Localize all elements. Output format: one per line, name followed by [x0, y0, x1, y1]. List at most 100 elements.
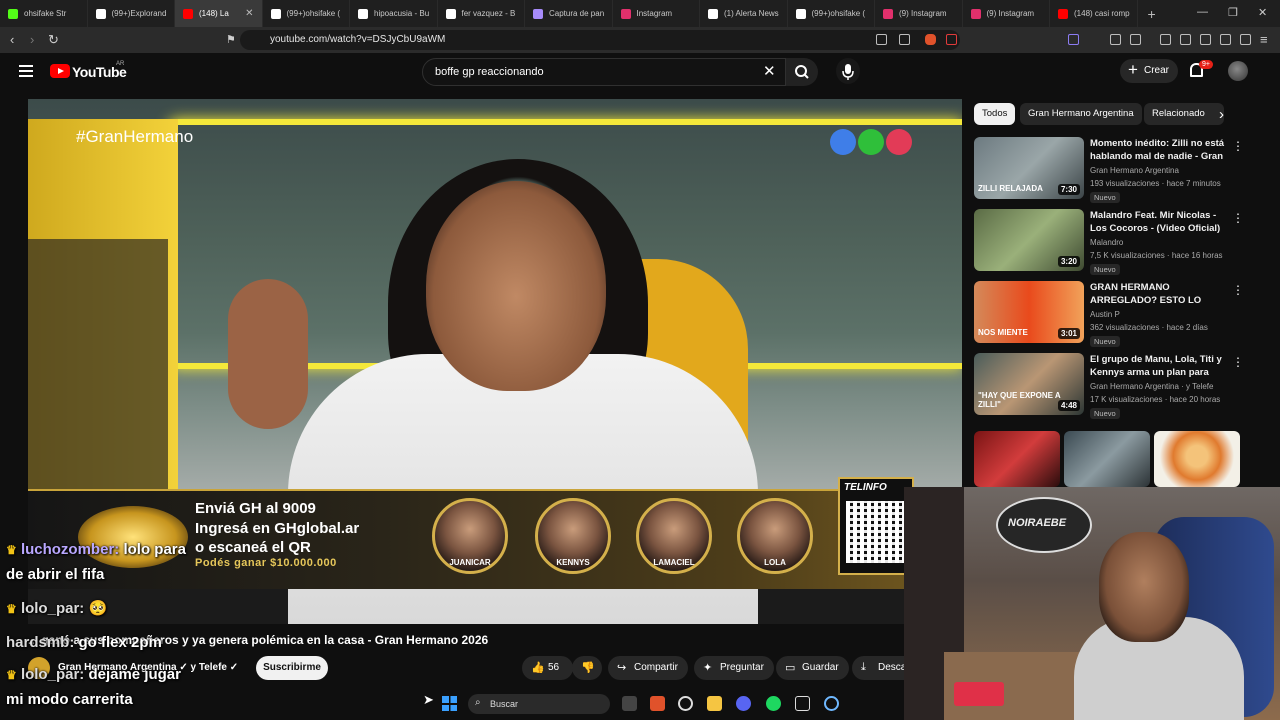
obs-icon[interactable]	[795, 696, 810, 711]
reload-icon[interactable]: ↻	[48, 32, 59, 48]
maximize-icon[interactable]: ❐	[1228, 6, 1238, 19]
browser-tab[interactable]: hipoacusia - Bu	[350, 0, 438, 27]
cast-icon[interactable]	[876, 34, 887, 45]
minimize-icon[interactable]: —	[1197, 6, 1208, 18]
screenshot-icon[interactable]	[1130, 34, 1141, 45]
leo-icon[interactable]	[1220, 34, 1231, 45]
browser-tab[interactable]: (148) casi romp	[1050, 0, 1138, 27]
save-button[interactable]: ▭ Guardar	[776, 656, 849, 680]
youtube-header: YouTube AR boffe gp reaccionando ✕ Crear…	[0, 53, 1280, 93]
chip-gran-hermano[interactable]: Gran Hermano Argentina	[1020, 103, 1142, 125]
more-options-icon[interactable]: ⋮	[1232, 139, 1244, 153]
vpn-icon[interactable]	[1240, 34, 1251, 45]
file-explorer-icon[interactable]	[707, 696, 722, 711]
chrome-icon[interactable]	[678, 696, 693, 711]
url-field[interactable]: youtube.com/watch?v=DSJyCbU9aWM	[240, 30, 960, 50]
menu-icon[interactable]: ≡	[1260, 32, 1268, 47]
thumbnail[interactable]	[1154, 431, 1240, 487]
media-icon[interactable]	[1160, 34, 1171, 45]
browser-address-bar: ‹ › ↻ ⚑ youtube.com/watch?v=DSJyCbU9aWM …	[0, 27, 1280, 53]
brave-icon[interactable]	[650, 696, 665, 711]
recommendation-item[interactable]: 3:20 Malandro Feat. Mir Nicolas - Los Coc…	[974, 209, 1246, 275]
more-options-icon[interactable]: ⋮	[1232, 355, 1244, 369]
new-badge: Nuevo	[1090, 336, 1120, 347]
bookmark-icon[interactable]: ⚑	[226, 33, 236, 46]
wallet-icon[interactable]	[1200, 34, 1211, 45]
clear-search-icon[interactable]: ✕	[763, 62, 776, 80]
browser-tab[interactable]: Instagram	[613, 0, 700, 27]
rewards-icon[interactable]	[946, 34, 957, 45]
new-tab-button[interactable]: +	[1138, 6, 1166, 22]
more-options-icon[interactable]: ⋮	[1232, 211, 1244, 225]
spotify-icon[interactable]	[766, 696, 781, 711]
qr-code-icon	[846, 501, 908, 563]
browser-tab[interactable]: (148) La ✕	[175, 0, 263, 27]
search-button[interactable]	[786, 58, 818, 86]
extension-icon[interactable]	[1068, 34, 1079, 45]
country-code: AR	[116, 61, 125, 67]
chip-relacionado[interactable]: Relacionado	[1144, 103, 1224, 125]
taskbar-search[interactable]: ⌕ Buscar	[468, 694, 610, 714]
recommendation-title[interactable]: El grupo de Manu, Lola, Titi y Kennys ar…	[1090, 353, 1226, 379]
candidate-name: KENNYS	[556, 558, 590, 567]
browser-tab[interactable]: (9) Instagram	[875, 0, 963, 27]
candidate-name: LOLA	[764, 558, 786, 567]
browser-tab[interactable]: (9) Instagram	[963, 0, 1050, 27]
search-input[interactable]: boffe gp reaccionando	[422, 58, 786, 86]
sidebar-icon[interactable]	[1180, 34, 1191, 45]
browser-tab[interactable]: (99+)ohsifake (	[788, 0, 875, 27]
chip-todos[interactable]: Todos	[974, 103, 1016, 125]
recommendation-thumbnail[interactable]: 3:20	[974, 209, 1084, 271]
recommendation-thumbnail[interactable]: NOS MIENTE 3:01	[974, 281, 1084, 343]
thumbnail[interactable]	[974, 431, 1060, 487]
recommendation-title[interactable]: Malandro Feat. Mir Nicolas - Los Cocoros…	[1090, 209, 1226, 235]
browser-tab[interactable]: (1) Alerta News	[700, 0, 788, 27]
recommendation-item[interactable]: "HAY QUE EXPONE A ZILLI" 4:48 El grupo de …	[974, 353, 1246, 419]
share-icon[interactable]	[899, 34, 910, 45]
browser-tab[interactable]: fer vazquez - B	[438, 0, 525, 27]
windows-start-icon[interactable]	[442, 696, 457, 711]
forward-icon[interactable]: ›	[30, 32, 34, 47]
recommendation-channel[interactable]: Austin P	[1090, 310, 1120, 319]
ask-button[interactable]: ✦ Preguntar	[694, 656, 774, 680]
close-window-icon[interactable]: ✕	[1258, 6, 1267, 19]
voice-search-button[interactable]	[836, 58, 860, 84]
dislike-button[interactable]: 👎	[572, 656, 602, 680]
subscribe-button[interactable]: Suscribirme	[256, 656, 328, 680]
thumbnail[interactable]	[1064, 431, 1150, 487]
browser-tab[interactable]: ohsifake Str	[0, 0, 88, 27]
recommendation-title[interactable]: GRAN HERMANO ARREGLADO? ESTO LO CONFIRMA	[1090, 281, 1226, 307]
recommendation-thumbnail[interactable]: ZILLI RELAJADA 7:30	[974, 137, 1084, 199]
share-button[interactable]: ↪ Compartir	[608, 656, 688, 680]
create-button[interactable]: Crear	[1120, 59, 1178, 83]
recommendation-channel[interactable]: Gran Hermano Argentina	[1090, 166, 1179, 175]
browser-tab[interactable]: Captura de pan	[525, 0, 613, 27]
new-badge: Nuevo	[1090, 408, 1120, 419]
bookmark-icon: ▭	[785, 662, 796, 674]
chevron-right-icon[interactable]: ›	[1219, 106, 1224, 123]
hamburger-menu-icon[interactable]	[19, 65, 33, 77]
back-icon[interactable]: ‹	[10, 32, 14, 47]
recommendation-channel[interactable]: Gran Hermano Argentina · y Telefe	[1090, 382, 1213, 391]
brave-shield-icon[interactable]	[925, 34, 936, 45]
recommendation-title[interactable]: Momento inédito: Zilli no está hablando …	[1090, 137, 1226, 163]
puzzle-icon[interactable]	[1110, 34, 1121, 45]
recommendation-thumbnail[interactable]: "HAY QUE EXPONE A ZILLI" 4:48	[974, 353, 1084, 415]
discord-icon[interactable]	[736, 696, 751, 711]
recommendation-item[interactable]: ZILLI RELAJADA 7:30 Momento inédito: Zilli…	[974, 137, 1246, 203]
close-tab-icon[interactable]: ✕	[245, 8, 253, 19]
app-icon[interactable]	[824, 696, 839, 711]
recommendation-item[interactable]: NOS MIENTE 3:01 GRAN HERMANO ARREGLADO? ES…	[974, 281, 1246, 347]
browser-tab[interactable]: (99+)Explorand	[88, 0, 175, 27]
vote-banner: Enviá GH al 9009 Ingresá en GHglobal.ar …	[28, 489, 918, 589]
download-icon: ⤓	[861, 661, 866, 673]
recommendation-channel[interactable]: Malandro	[1090, 238, 1123, 247]
like-button[interactable]: 👍 56	[522, 656, 574, 680]
account-avatar[interactable]	[1228, 61, 1248, 81]
tab-favicon-icon	[795, 8, 806, 19]
youtube-logo-icon[interactable]	[50, 64, 70, 78]
task-view-icon[interactable]	[622, 696, 637, 711]
browser-tab[interactable]: (99+)ohsifake (	[263, 0, 350, 27]
search-icon: ⌕	[475, 697, 481, 708]
more-options-icon[interactable]: ⋮	[1232, 283, 1244, 297]
